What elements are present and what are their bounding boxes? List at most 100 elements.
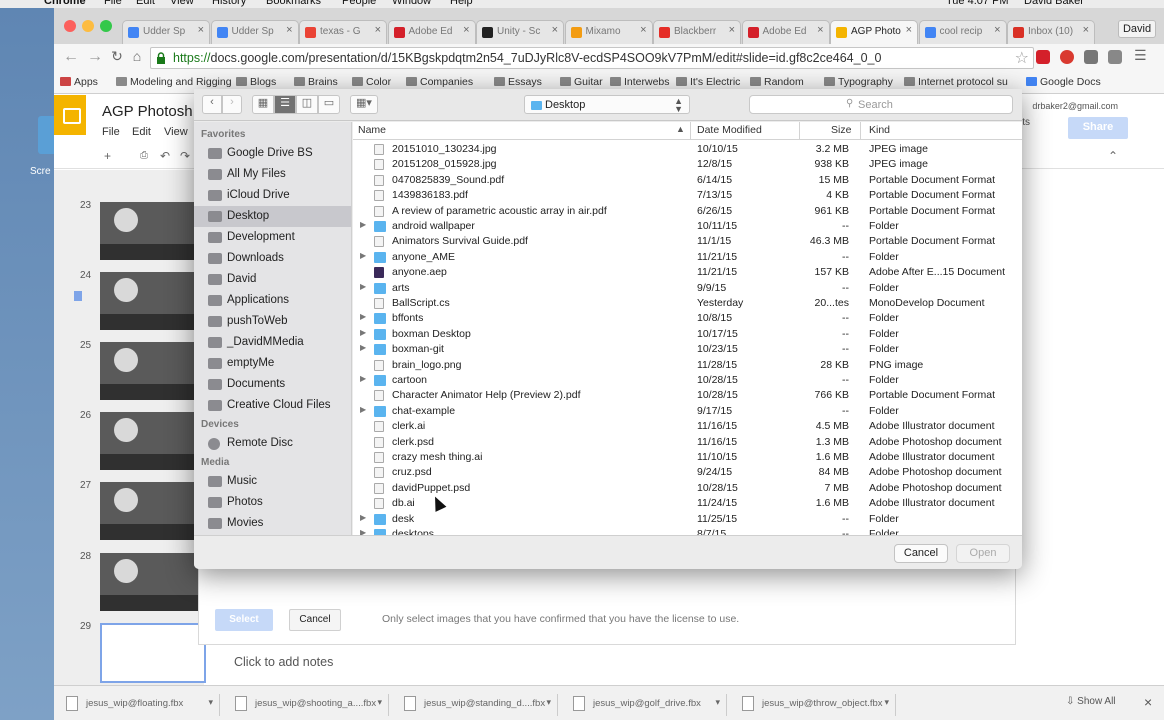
browser-tab[interactable]: cool recip ×	[918, 20, 1007, 44]
file-row[interactable]: cruz.psd 9/24/15 84 MB Adobe Photoshop docu…	[353, 465, 1022, 480]
tab-close-icon[interactable]: ×	[994, 24, 1000, 36]
browser-tab[interactable]: Udder Sp ×	[210, 20, 299, 44]
slide-thumbnail[interactable]	[100, 482, 204, 540]
menubar-item[interactable]: Window	[392, 0, 431, 7]
download-menu-icon[interactable]: ▾	[546, 697, 551, 708]
sidebar-item[interactable]: Music	[194, 471, 351, 492]
sidebar-item[interactable]: Applications	[194, 290, 351, 311]
bookmark-item[interactable]: Brains	[294, 76, 338, 88]
bookmark-item[interactable]: It's Electric	[676, 76, 740, 88]
browser-tab[interactable]: Adobe Ed ×	[387, 20, 476, 44]
download-menu-icon[interactable]: ▾	[208, 697, 213, 708]
menu-edit[interactable]: Edit	[132, 126, 151, 138]
sidebar-item[interactable]: David	[194, 269, 351, 290]
sidebar-item[interactable]: Documents	[194, 374, 351, 395]
file-row[interactable]: Animators Survival Guide.pdf 11/1/15 46.3 …	[353, 234, 1022, 249]
download-menu-icon[interactable]: ▾	[377, 697, 382, 708]
menu-view[interactable]: View	[164, 126, 188, 138]
tab-close-icon[interactable]: ×	[198, 24, 204, 36]
disclosure-triangle-icon[interactable]: ▶	[360, 251, 366, 260]
abp-extension-icon[interactable]	[1060, 50, 1074, 64]
tab-close-icon[interactable]: ×	[286, 24, 292, 36]
sidebar-item[interactable]: _DavidMMedia	[194, 332, 351, 353]
disclosure-triangle-icon[interactable]: ▶	[360, 343, 366, 352]
location-dropdown[interactable]: Desktop ▲ ▼	[524, 95, 690, 114]
slide-thumbnail[interactable]	[100, 412, 204, 470]
menubar-user[interactable]: David Baker	[1024, 0, 1084, 7]
browser-tab[interactable]: Unity - Sc ×	[476, 20, 564, 44]
disclosure-triangle-icon[interactable]: ▶	[360, 405, 366, 414]
download-item[interactable]: jesus_wip@floating.fbx ▾	[56, 694, 220, 716]
menu-file[interactable]: File	[102, 126, 120, 138]
disclosure-triangle-icon[interactable]: ▶	[360, 282, 366, 291]
bookmark-item[interactable]: Apps	[60, 76, 98, 88]
file-row[interactable]: 20151208_015928.jpg 12/8/15 938 KB JPEG ima…	[353, 157, 1022, 172]
download-item[interactable]: jesus_wip@golf_drive.fbx ▾	[563, 694, 727, 716]
close-shelf-icon[interactable]: ×	[1144, 694, 1152, 710]
file-row[interactable]: 20151010_130234.jpg 10/10/15 3.2 MB JPEG im…	[353, 142, 1022, 157]
disclosure-triangle-icon[interactable]: ▶	[360, 374, 366, 383]
bookmark-item[interactable]: Google Docs	[1026, 76, 1101, 88]
menu-icon[interactable]: ☰	[1134, 47, 1148, 63]
sidebar-item[interactable]: Creative Cloud Files	[194, 395, 351, 416]
address-bar[interactable]: https://docs.google.com/presentation/d/1…	[150, 47, 1034, 69]
arrange-icon[interactable]: ▦▾	[350, 95, 378, 114]
file-row[interactable]: crazy mesh thing.ai 11/10/15 1.6 MB Adobe I…	[353, 450, 1022, 465]
file-row[interactable]: ▶ boxman-git 10/23/15 -- Folder	[353, 342, 1022, 357]
download-menu-icon[interactable]: ▾	[884, 697, 889, 708]
forward-arrow-icon[interactable]: →	[84, 48, 106, 68]
file-row[interactable]: anyone.aep 11/21/15 157 KB Adobe After E...…	[353, 265, 1022, 280]
disclosure-triangle-icon[interactable]: ▶	[360, 528, 366, 535]
browser-tab[interactable]: Inbox (10) ×	[1007, 20, 1095, 44]
tab-close-icon[interactable]: ×	[552, 24, 558, 36]
tab-close-icon[interactable]: ×	[640, 24, 646, 36]
file-row[interactable]: ▶ bffonts 10/8/15 -- Folder	[353, 311, 1022, 326]
tab-close-icon[interactable]: ×	[463, 24, 469, 36]
column-kind[interactable]: Kind	[869, 124, 890, 136]
column-view-icon[interactable]: ◫	[296, 95, 318, 114]
reload-icon[interactable]: ↻	[106, 48, 128, 68]
document-title[interactable]: AGP Photosh	[102, 103, 193, 120]
column-date[interactable]: Date Modified	[697, 124, 762, 136]
browser-tab[interactable]: texas - G ×	[299, 20, 387, 44]
disclosure-triangle-icon[interactable]: ▶	[360, 312, 366, 321]
select-button[interactable]: Select	[215, 609, 273, 631]
sidebar-item[interactable]: Remote Disc	[194, 433, 351, 454]
sidebar-item[interactable]: All My Files	[194, 164, 351, 185]
picker-cancel-button[interactable]: Cancel	[289, 609, 341, 631]
sidebar-item[interactable]: Downloads	[194, 248, 351, 269]
disclosure-triangle-icon[interactable]: ▶	[360, 328, 366, 337]
adobe-extension-icon[interactable]	[1036, 50, 1050, 64]
undo-icon[interactable]: ↶	[160, 149, 170, 163]
browser-tab[interactable]: Blackberr ×	[653, 20, 741, 44]
search-input[interactable]: ⚲ Search	[749, 95, 1013, 114]
tab-close-icon[interactable]: ×	[817, 24, 823, 36]
slide-thumbnail[interactable]	[100, 202, 204, 260]
menubar-item[interactable]: File	[104, 0, 122, 7]
file-row[interactable]: A review of parametric acoustic array in…	[353, 204, 1022, 219]
slides-logo-icon[interactable]	[54, 95, 86, 135]
browser-tab[interactable]: Adobe Ed ×	[741, 20, 830, 44]
slide-thumbnail-empty[interactable]	[100, 623, 206, 683]
bookmark-item[interactable]: Random	[750, 76, 804, 88]
add-slide-icon[interactable]: +	[104, 149, 111, 163]
bookmark-item[interactable]: Modeling and Rigging	[116, 76, 232, 88]
icon-view-icon[interactable]: ▦	[252, 95, 274, 114]
sidebar-item[interactable]: iCloud Drive	[194, 185, 351, 206]
tab-close-icon[interactable]: ×	[375, 24, 381, 36]
bookmark-item[interactable]: Companies	[406, 76, 473, 88]
sidebar-item[interactable]: Photos	[194, 492, 351, 513]
download-item[interactable]: jesus_wip@throw_object.fbx ▾	[732, 694, 896, 716]
file-row[interactable]: ▶ desktops 8/7/15 -- Folder	[353, 527, 1022, 535]
file-row[interactable]: ▶ anyone_AME 11/21/15 -- Folder	[353, 250, 1022, 265]
file-row[interactable]: ▶ cartoon 10/28/15 -- Folder	[353, 373, 1022, 388]
back-icon[interactable]: ‹	[202, 95, 222, 114]
redo-icon[interactable]: ↷	[180, 149, 190, 163]
file-row[interactable]: ▶ chat-example 9/17/15 -- Folder	[353, 404, 1022, 419]
bookmark-item[interactable]: Internet protocol su	[904, 76, 1008, 88]
tab-close-icon[interactable]: ×	[906, 24, 912, 36]
menubar-item[interactable]: Chrome	[44, 0, 86, 7]
file-row[interactable]: ▶ boxman Desktop 10/17/15 -- Folder	[353, 327, 1022, 342]
minimize-window-icon[interactable]	[82, 20, 94, 32]
menubar-item[interactable]: View	[170, 0, 194, 7]
